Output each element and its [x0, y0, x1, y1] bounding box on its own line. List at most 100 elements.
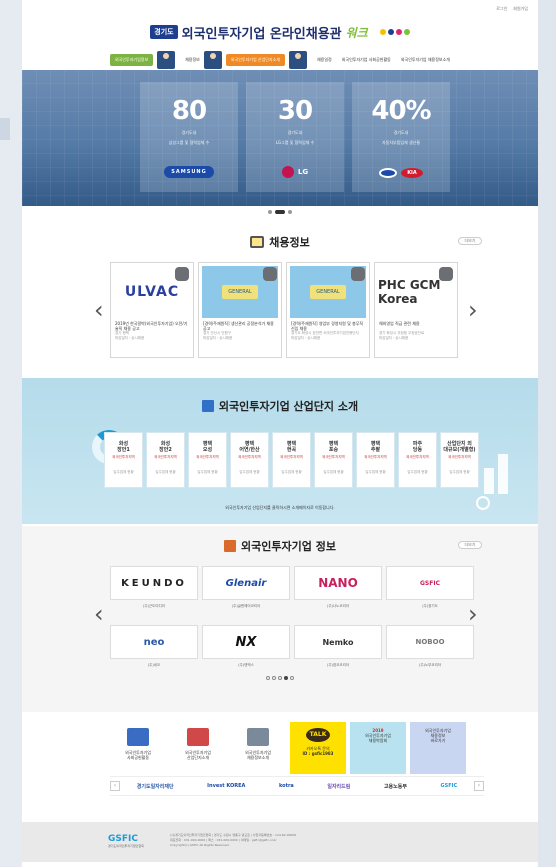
nav-item-intro[interactable]: 외국인투자기업 채용정보소개	[401, 57, 450, 63]
neo-logo: neo	[110, 625, 198, 659]
hero-dot[interactable]	[288, 210, 292, 214]
park-card[interactable]: 평택 현곡 외국인투자지역 입주업체 현황	[272, 432, 311, 488]
lg-logo-icon	[281, 166, 294, 178]
park-name-sub: 장안2	[159, 447, 172, 453]
bookmark-icon[interactable]	[439, 267, 453, 281]
company-card[interactable]: KEUNDO (주)근도미디어	[110, 566, 198, 614]
company-card[interactable]: NANO (주)나노코리아	[294, 566, 382, 614]
nav-item-jobs[interactable]: 채용정보	[185, 57, 200, 63]
hero-banner: 80 경기도내 삼성그룹 및 협력업체 수 SAMSUNG 30 경기도내 LG…	[22, 70, 538, 206]
nav-item-industrial-park[interactable]: 외국인투자기업 산업단지소개	[225, 54, 285, 66]
partner-logo[interactable]: GSFIC	[441, 783, 458, 790]
hero-dot-active[interactable]	[275, 210, 285, 214]
company-card[interactable]: neo (주)네오	[110, 625, 198, 673]
park-info: 입주업체 현황	[113, 470, 134, 474]
page-dot[interactable]	[278, 676, 282, 680]
company-name: (주)네오	[147, 663, 161, 667]
login-link[interactable]: 로그인	[496, 6, 507, 12]
job-caption: 해외영업 직급 관련 채용	[379, 321, 420, 326]
site-logo[interactable]: 경기도 외국인투자기업 온라인채용관 워크	[22, 20, 538, 44]
job-carousel: ULVAC 2019년 한국알박(외국인투자기업) 오전/기술직 채용 공고 경…	[110, 262, 478, 358]
park-area: 외국인투자지역	[322, 455, 345, 459]
people-icon	[127, 728, 149, 746]
nav-item-schedule[interactable]: 채용일정	[317, 57, 332, 63]
company-card[interactable]: GSFIC (주)경기도	[386, 566, 474, 614]
park-area: 외국인투자지역	[112, 455, 135, 459]
industrial-park-list: 화성 장안1 외국인투자지역 입주업체 현황 화성 장안2 외국인투자지역 입주업체 현황 …	[104, 432, 484, 488]
quick-link-jobs[interactable]: 외국인투자기업 채용정보 바로가기	[410, 722, 466, 774]
quick-link-kakao[interactable]: TALK 카카오톡 문의 ID : gsfic1983	[290, 722, 346, 774]
chevron-left-icon[interactable]: ‹	[94, 298, 104, 322]
stat-number: 40%	[371, 96, 431, 126]
park-info: 입주업체 현황	[197, 470, 218, 474]
company-card[interactable]: Nemko (주)넴코코리아	[294, 625, 382, 673]
job-card[interactable]: GENERAL [경력/주재원직] 생산관리 공정분석가 채용공고 경기 안산시…	[198, 262, 282, 358]
park-card[interactable]: 산업단지 외 대규모(개별형) 외국인투자지역 입주업체 현황	[440, 432, 479, 488]
nav-item-csr[interactable]: 외국인투자기업 사회공헌활동	[342, 57, 391, 63]
park-info: 입주업체 현황	[239, 470, 260, 474]
partner-logo[interactable]: 일자리드림	[327, 783, 350, 790]
park-card[interactable]: 화성 장안1 외국인투자지역 입주업체 현황	[104, 432, 143, 488]
chevron-left-icon[interactable]: ‹	[94, 602, 104, 626]
partner-logo[interactable]: 고용노동부	[384, 783, 407, 790]
footer-text: (사)경기도외국인투자기업인협회 | 경기도 수원시 영통구 광교로 | 사업자…	[170, 833, 490, 848]
company-more-button[interactable]: 더보기	[458, 541, 482, 549]
park-card[interactable]: 평택 포승 외국인투자지역 입주업체 현황	[314, 432, 353, 488]
industrial-title: 외국인투자기업 산업단지 소개	[218, 400, 359, 413]
company-name: (주)엔엑스	[238, 663, 254, 667]
park-card[interactable]: 평택 오성 외국인투자지역 입주업체 현황	[188, 432, 227, 488]
stat-number: 80	[171, 96, 207, 126]
quick-link-csr[interactable]: 외국인투자기업 사회공헌활동	[110, 722, 166, 774]
park-area: 외국인투자지역	[196, 455, 219, 459]
chevron-left-icon[interactable]: ‹	[110, 781, 120, 791]
partner-logo[interactable]: kotra	[279, 783, 294, 790]
scrollbar-track[interactable]	[538, 0, 556, 867]
company-card[interactable]: NOBOO (주)노부코리아	[386, 625, 474, 673]
park-name-sub: 당동	[412, 447, 423, 453]
stat-desc-region: 경기도내	[287, 130, 303, 135]
kakao-id: ID : gsfic1983	[302, 751, 334, 756]
stat-desc: 자동차부품업체 생산율	[381, 140, 421, 145]
park-card[interactable]: 파주 당동 외국인투자지역 입주업체 현황	[398, 432, 437, 488]
nav-item-company-info[interactable]: 외국인투자기업정보	[110, 54, 154, 66]
job-deadline: 마감일자 : 상시채용	[379, 336, 409, 340]
decorative-bar	[484, 468, 494, 494]
quick-link-industrial[interactable]: 외국인투자기업 산업단지소개	[170, 722, 226, 774]
page-dot[interactable]	[290, 676, 294, 680]
job-card[interactable]: PHC GCM Korea 해외영업 직급 관련 채용 경기 화성시 우정읍 우…	[374, 262, 458, 358]
page-dot[interactable]	[266, 676, 270, 680]
page-dot-active[interactable]	[284, 676, 288, 680]
partner-logo[interactable]: 경기도일자리재단	[137, 783, 174, 790]
company-card[interactable]: NX (주)엔엑스	[202, 625, 290, 673]
job-card[interactable]: ULVAC 2019년 한국알박(외국인투자기업) 오전/기술직 채용 공고 경…	[110, 262, 194, 358]
jobs-more-button[interactable]: 더보기	[458, 237, 482, 245]
person-icon	[203, 51, 222, 69]
ulvac-logo: ULVAC	[124, 284, 180, 300]
jobs-title: 채용정보	[269, 236, 310, 249]
chevron-right-icon[interactable]: ›	[468, 602, 478, 626]
bookmark-icon[interactable]	[351, 267, 365, 281]
bookmark-icon[interactable]	[175, 267, 189, 281]
company-card[interactable]: Glenair (주)글렌에어코리아	[202, 566, 290, 614]
partner-logo[interactable]: Invest KOREA	[207, 783, 245, 790]
park-card[interactable]: 평택 추팔 외국인투자지역 입주업체 현황	[356, 432, 395, 488]
logo-dot	[395, 29, 402, 35]
job-card[interactable]: GENERAL [경력/주재원직] 영업부 경영지원 및 총무직 신입 채용 경…	[286, 262, 370, 358]
chevron-right-icon[interactable]: ›	[474, 781, 484, 791]
park-info: 입주업체 현황	[365, 470, 386, 474]
page-dot[interactable]	[272, 676, 276, 680]
partner-list: 경기도일자리재단 Invest KOREA kotra 일자리드림 고용노동부 …	[120, 783, 474, 790]
industrial-header: 외국인투자기업 산업단지 소개	[22, 398, 538, 414]
logo-dot	[403, 29, 410, 35]
signup-link[interactable]: 회원가입	[513, 6, 528, 12]
quick-link-recruit[interactable]: 외국인투자기업 채용정보소개	[230, 722, 286, 774]
quick-link-fair[interactable]: 2019 외국인투자기업 채용박람회	[350, 722, 406, 774]
bookmark-icon[interactable]	[263, 267, 277, 281]
park-area: 외국인투자지역	[238, 455, 261, 459]
chevron-right-icon[interactable]: ›	[468, 298, 478, 322]
hero-dot[interactable]	[268, 210, 272, 214]
glenair-logo: Glenair	[202, 566, 290, 600]
park-card[interactable]: 화성 장안2 외국인투자지역 입주업체 현황	[146, 432, 185, 488]
park-card[interactable]: 평택 어연/한산 외국인투자지역 입주업체 현황	[230, 432, 269, 488]
park-area: 외국인투자지역	[154, 455, 177, 459]
